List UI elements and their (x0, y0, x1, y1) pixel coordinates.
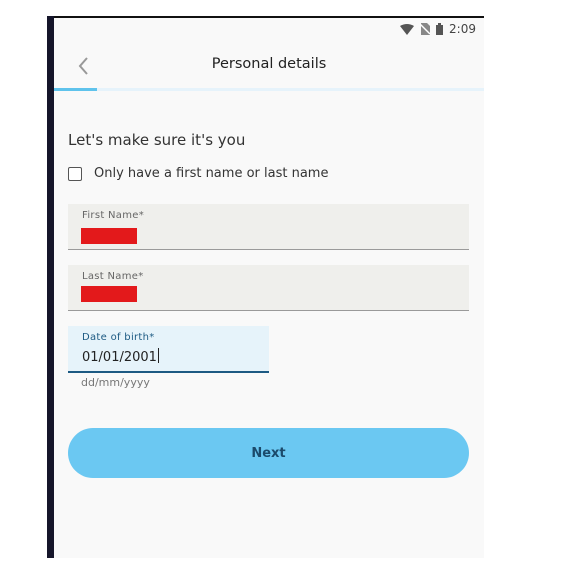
text-caret (157, 348, 159, 363)
progress-fill (54, 88, 97, 91)
status-icons: 2:09 (400, 22, 476, 36)
no-sim-icon (420, 23, 431, 35)
last-name-label: Last Name* (82, 271, 144, 282)
battery-icon (436, 23, 444, 35)
date-of-birth-label: Date of birth* (82, 332, 155, 343)
date-of-birth-field[interactable]: Date of birth* 01/01/2001 (68, 326, 269, 373)
progress-bar (54, 88, 484, 91)
last-name-field[interactable]: Last Name* (68, 265, 469, 311)
last-name-redacted-value (81, 286, 137, 302)
single-name-checkbox-row[interactable]: Only have a first name or last name (68, 166, 328, 181)
single-name-checkbox[interactable] (68, 166, 82, 181)
date-format-hint: dd/mm/yyyy (81, 376, 150, 389)
first-name-label: First Name* (82, 210, 145, 221)
app-screen: 2:09 Personal details Let's make sure it… (54, 18, 484, 558)
status-bar: 2:09 (54, 18, 484, 44)
first-name-redacted-value (81, 228, 137, 244)
page-title: Personal details (211, 56, 327, 72)
date-of-birth-value: 01/01/2001 (82, 350, 157, 365)
next-button[interactable]: Next (68, 428, 469, 478)
single-name-checkbox-label: Only have a first name or last name (94, 166, 329, 181)
form-heading: Let's make sure it's you (68, 131, 246, 149)
app-bar: Personal details (54, 48, 484, 90)
window-left-edge (47, 16, 54, 558)
status-time: 2:09 (449, 22, 476, 36)
first-name-field[interactable]: First Name* (68, 204, 469, 250)
wifi-icon (400, 23, 415, 35)
date-of-birth-value-wrap: 01/01/2001 (82, 348, 159, 365)
